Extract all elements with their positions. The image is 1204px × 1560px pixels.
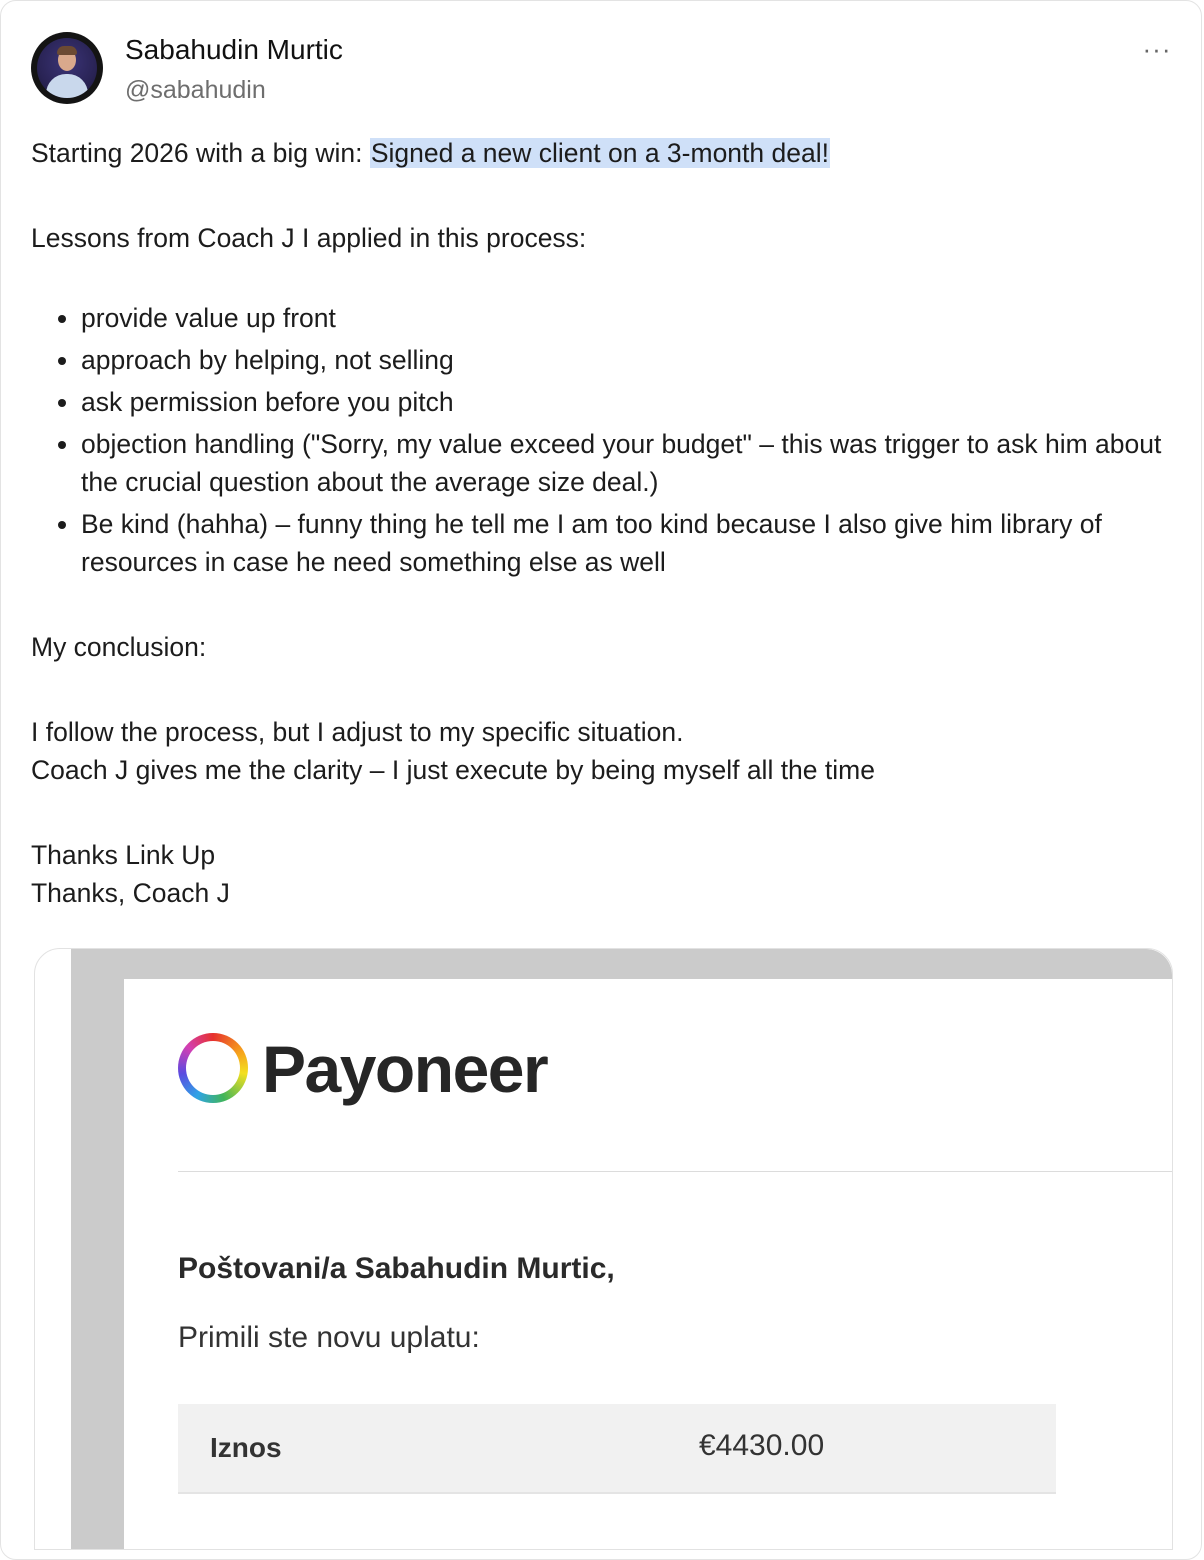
email-received-text: Primili ste novu uplatu: (178, 1321, 480, 1354)
amount-row: Iznos €4430.00 (178, 1404, 1056, 1494)
email-greeting: Poštovani/a Sabahudin Murtic, (178, 1252, 615, 1285)
conclusion-title: My conclusion: (31, 632, 207, 662)
conclusion-line: Coach J gives me the clarity – I just ex… (31, 755, 875, 785)
list-item: ask permission before you pitch (31, 383, 1201, 421)
post-header: Sabahudin Murtic @sabahudin ··· (31, 32, 1171, 106)
payoneer-ring-icon (178, 1033, 248, 1103)
list-item: approach by helping, not selling (31, 341, 1201, 379)
intro-prefix: Starting 2026 with a big win: (31, 138, 370, 168)
list-item: Be kind (hahha) – funny thing he tell me… (31, 505, 1201, 581)
thanks-line: Thanks Link Up (31, 840, 216, 870)
thanks-line: Thanks, Coach J (31, 878, 230, 908)
payoneer-logo-text: Payoneer (262, 1032, 549, 1106)
conclusion-line: I follow the process, but I adjust to my… (31, 717, 684, 747)
attached-image[interactable]: Payoneer Poštovani/a Sabahudin Murtic, P… (34, 948, 1173, 1550)
payment-email: Payoneer Poštovani/a Sabahudin Murtic, P… (124, 979, 1172, 1549)
list-item: provide value up front (31, 299, 1201, 337)
post-body: Starting 2026 with a big win: Signed a n… (31, 134, 1181, 912)
list-item: objection handling ("Sorry, my value exc… (31, 425, 1201, 501)
avatar-body (46, 74, 88, 98)
author-name[interactable]: Sabahudin Murtic (125, 33, 343, 67)
more-options-icon[interactable]: ··· (1137, 34, 1177, 64)
amount-label: Iznos (210, 1432, 282, 1463)
avatar[interactable] (31, 32, 103, 104)
email-margin-left (71, 949, 124, 1549)
amount-value: €4430.00 (699, 1429, 825, 1462)
lessons-list: provide value up front approach by helpi… (31, 299, 1181, 581)
author-handle[interactable]: @sabahudin (125, 74, 266, 106)
lessons-intro: Lessons from Coach J I applied in this p… (31, 223, 587, 253)
avatar-hair (57, 46, 77, 55)
divider (178, 1171, 1172, 1172)
post-card: Sabahudin Murtic @sabahudin ··· Starting… (0, 0, 1202, 1560)
avatar-photo (37, 38, 97, 98)
post-line-intro: Starting 2026 with a big win: Signed a n… (31, 134, 1181, 172)
email-margin-top (71, 949, 1172, 979)
highlighted-text: Signed a new client on a 3-month deal! (369, 138, 830, 168)
